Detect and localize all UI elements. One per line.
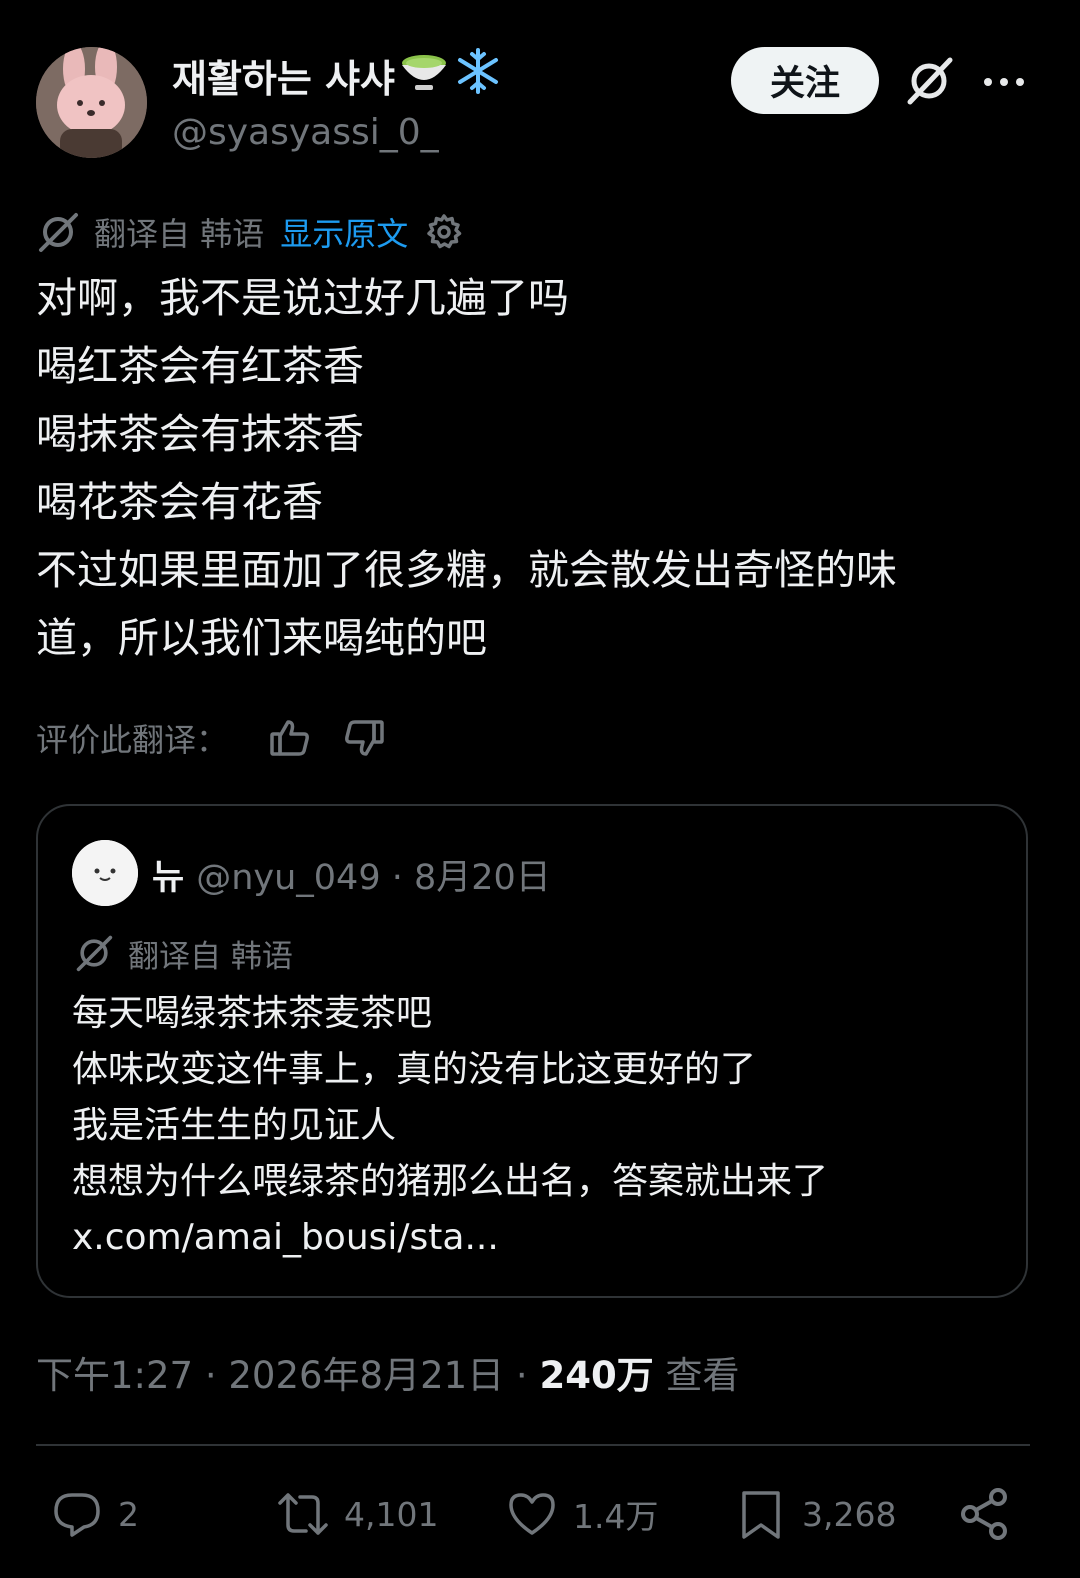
reply-count: 2 (118, 1494, 139, 1534)
reply-icon (54, 1493, 100, 1537)
reply-button[interactable]: 2 (50, 1486, 139, 1542)
avatar[interactable] (36, 47, 147, 158)
share-button[interactable] (958, 1486, 1012, 1542)
bunny-plush-avatar-image (36, 47, 147, 158)
bookmark-icon (742, 1491, 780, 1539)
matcha-bowl-emoji-icon (399, 49, 449, 108)
quoted-translation-notice: 翻译自 韩语 (74, 928, 293, 978)
share-icon (961, 1488, 1007, 1540)
quoted-line: 体味改变这件事上，真的没有比这更好的了 (72, 1049, 757, 1090)
post-text: 对啊，我不是说过好几遍了吗 喝红茶会有红茶香 喝抹茶会有抹茶香 喝花茶会有花香 … (36, 264, 1036, 672)
quoted-translation-text: 翻译自 韩语 (128, 938, 293, 975)
post-line: 喝抹茶会有抹茶香 (36, 410, 364, 458)
timestamp-text[interactable]: 下午1:27 · 2026年8月21日 · (36, 1345, 539, 1399)
quoted-header: 뉴 @nyu_049 · 8月20日 (152, 846, 551, 902)
gear-icon[interactable] (424, 212, 464, 252)
quoted-line: 想想为什么喂绿茶的猪那么出名，答案就出来了 (72, 1161, 829, 1202)
user-handle[interactable]: @syasyassi_0_ (172, 108, 439, 158)
rate-translation-label: 评价此翻译： (36, 721, 229, 759)
post-line: 喝红茶会有红茶香 (36, 342, 364, 390)
show-original-link[interactable]: 显示原文 (280, 209, 408, 255)
heart-icon (509, 1493, 555, 1535)
quoted-post[interactable]: 뉴 @nyu_049 · 8月20日 翻译自 韩语 每天喝绿茶抹茶麦茶吧 体味改… (36, 804, 1028, 1298)
translation-notice: 翻译自 韩语 显示原文 (36, 204, 464, 260)
bookmark-count: 3,268 (802, 1494, 897, 1534)
divider (36, 1444, 1030, 1446)
post-line: 不过如果里面加了很多糖，就会散发出奇怪的味 (36, 546, 897, 594)
post-line: 喝花茶会有花香 (36, 478, 323, 526)
post-timestamp: 下午1:27 · 2026年8月21日 · 240万 查看 (36, 1344, 739, 1400)
thumbs-down-icon[interactable] (342, 716, 386, 760)
bookmark-button[interactable]: 3,268 (734, 1486, 896, 1542)
display-name[interactable]: 재활하는 샤샤 (172, 46, 503, 111)
repost-count: 4,101 (344, 1494, 439, 1534)
grok-translate-icon (39, 213, 78, 252)
quoted-display-name: 뉴 (152, 857, 185, 898)
quoted-handle-date: @nyu_049 · 8月20日 (196, 857, 551, 898)
quoted-avatar (72, 840, 138, 906)
seal-face-avatar-image (72, 840, 138, 906)
translation-notice-text: 翻译自 韩语 (94, 215, 265, 253)
grok-icon[interactable] (902, 54, 956, 108)
repost-icon (278, 1493, 328, 1535)
rate-translation: 评价此翻译： (36, 710, 416, 766)
follow-button[interactable]: 关注 (731, 47, 879, 114)
grok-translate-icon (76, 935, 113, 972)
post-line: 道，所以我们来喝纯的吧 (36, 614, 487, 662)
more-icon[interactable] (982, 60, 1026, 104)
display-name-text: 재활하는 샤샤 (172, 56, 395, 101)
quoted-line: 我是活生生的见证人 (72, 1105, 397, 1146)
quoted-link[interactable]: x.com/amai_bousi/sta... (72, 1210, 1002, 1266)
quoted-line: 每天喝绿茶抹茶麦茶吧 (72, 993, 433, 1034)
like-button[interactable]: 1.4万 (505, 1486, 658, 1542)
snowflake-emoji-icon (453, 46, 503, 111)
post-line: 对啊，我不是说过好几遍了吗 (36, 274, 569, 322)
like-count: 1.4万 (573, 1497, 659, 1536)
quoted-text: 每天喝绿茶抹茶麦茶吧 体味改变这件事上，真的没有比这更好的了 我是活生生的见证人… (72, 986, 1002, 1266)
views-count: 240万 (539, 1354, 654, 1397)
repost-button[interactable]: 4,101 (276, 1486, 438, 1542)
thumbs-up-icon[interactable] (268, 716, 312, 760)
views-label: 查看 (653, 1354, 740, 1397)
